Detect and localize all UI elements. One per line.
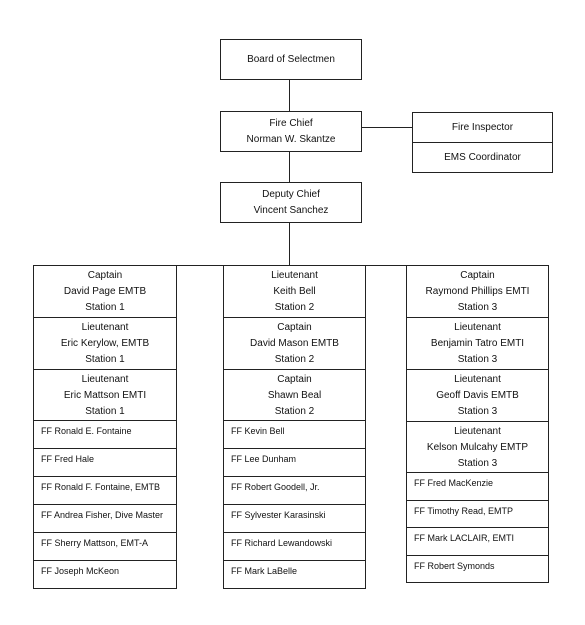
officer-box: Lieutenant Eric Kerylow, EMTB Station 1 (33, 317, 177, 370)
officer-rank: Lieutenant (81, 373, 129, 385)
officer-name: David Page EMTB (63, 285, 147, 297)
officer-box: Captain David Mason EMTB Station 2 (223, 317, 366, 370)
firefighter-name: FF Fred Hale (41, 454, 95, 464)
deputy-name: Vincent Sanchez (253, 204, 329, 216)
firefighter-box: FF Andrea Fisher, Dive Master (33, 504, 177, 533)
firefighter-box: FF Richard Lewandowski (223, 532, 366, 561)
officer-box: Captain Shawn Beal Station 2 (223, 369, 366, 422)
officer-box: Captain Raymond Phillips EMTI Station 3 (406, 265, 549, 318)
firefighter-name: FF Sylvester Karasinski (231, 510, 326, 520)
firefighter-name: FF Richard Lewandowski (231, 538, 333, 548)
officer-box: Lieutenant Keith Bell Station 2 (223, 265, 366, 318)
chief-title: Fire Chief (269, 117, 313, 129)
officer-name: Eric Kerylow, EMTB (60, 337, 150, 349)
officer-rank: Captain (277, 373, 312, 385)
officer-station: Station 1 (85, 353, 125, 365)
officer-box: Lieutenant Geoff Davis EMTB Station 3 (406, 369, 549, 422)
firefighter-box: FF Robert Symonds (406, 554, 549, 583)
firefighter-box: FF Timothy Read, EMTP (406, 499, 549, 528)
officer-rank: Captain (277, 321, 312, 333)
ems-coordinator-box: EMS Coordinator (412, 142, 553, 173)
firefighter-name: FF Ronald F. Fontaine, EMTB (41, 482, 161, 492)
officer-box: Lieutenant Kelson Mulcahy EMTP Station 3 (406, 421, 549, 474)
deputy-chief-box: Deputy Chief Vincent Sanchez (220, 182, 362, 223)
firefighter-box: FF Fred MacKenzie (406, 472, 549, 501)
firefighter-box: FF Sherry Mattson, EMT-A (33, 532, 177, 561)
firefighter-name: FF Robert Symonds (414, 560, 495, 571)
ems-label: EMS Coordinator (444, 151, 521, 163)
officer-name: Eric Mattson EMTI (63, 389, 147, 401)
firefighter-name: FF Lee Dunham (231, 454, 297, 464)
connector (289, 222, 290, 265)
officer-station: Station 2 (274, 405, 315, 417)
connector (362, 127, 412, 128)
firefighter-box: FF Lee Dunham (223, 448, 366, 477)
officer-name: David Mason EMTB (250, 337, 339, 349)
officer-station: Station 1 (85, 405, 125, 417)
officer-rank: Captain (87, 269, 123, 281)
officer-box: Lieutenant Eric Mattson EMTI Station 1 (33, 369, 177, 422)
firefighter-box: FF Mark LaBelle (223, 560, 366, 589)
deputy-title: Deputy Chief (262, 188, 320, 200)
connector (289, 80, 290, 111)
officer-rank: Captain (460, 269, 495, 281)
firefighter-box: FF Kevin Bell (223, 420, 366, 449)
officer-station: Station 3 (457, 457, 498, 469)
org-chart: Board of Selectmen Fire Chief Norman W. … (0, 0, 585, 625)
board-label: Board of Selectmen (247, 53, 335, 65)
firefighter-name: FF Mark LACLAIR, EMTI (414, 533, 515, 543)
officer-rank: Lieutenant (454, 425, 501, 437)
firefighter-name: FF Robert Goodell, Jr. (231, 482, 320, 492)
firefighter-name: FF Mark LaBelle (231, 566, 298, 576)
firefighter-box: FF Sylvester Karasinski (223, 504, 366, 533)
firefighter-name: FF Andrea Fisher, Dive Master (41, 510, 164, 520)
firefighter-name: FF Fred MacKenzie (414, 478, 494, 488)
firefighter-box: FF Ronald E. Fontaine (33, 420, 177, 449)
fire-inspector-box: Fire Inspector (412, 112, 553, 143)
inspector-label: Fire Inspector (451, 121, 514, 133)
officer-name: Shawn Beal (267, 389, 322, 401)
officer-station: Station 2 (274, 353, 315, 365)
officer-rank: Lieutenant (271, 269, 318, 281)
chief-name: Norman W. Skantze (246, 133, 336, 145)
connector (289, 152, 290, 182)
officer-name: Keith Bell (273, 285, 316, 297)
officer-name: Raymond Phillips EMTI (425, 285, 530, 297)
firefighter-box: FF Mark LACLAIR, EMTI (406, 527, 549, 556)
officer-rank: Lieutenant (454, 321, 501, 333)
officer-station: Station 3 (457, 353, 498, 365)
firefighter-name: FF Kevin Bell (231, 426, 285, 436)
officer-rank: Lieutenant (81, 321, 129, 333)
firefighter-box: FF Fred Hale (33, 448, 177, 477)
officer-box: Captain David Page EMTB Station 1 (33, 265, 177, 318)
officer-box: Lieutenant Benjamin Tatro EMTI Station 3 (406, 317, 549, 370)
firefighter-name: FF Ronald E. Fontaine (41, 426, 132, 436)
board-of-selectmen-box: Board of Selectmen (220, 39, 362, 80)
officer-rank: Lieutenant (454, 373, 501, 385)
officer-station: Station 3 (457, 301, 498, 313)
officer-station: Station 2 (274, 301, 315, 313)
officer-name: Geoff Davis EMTB (436, 389, 519, 401)
officer-station: Station 1 (85, 301, 125, 313)
fire-chief-box: Fire Chief Norman W. Skantze (220, 111, 362, 152)
firefighter-box: FF Robert Goodell, Jr. (223, 476, 366, 505)
officer-station: Station 3 (457, 405, 498, 417)
officer-name: Kelson Mulcahy EMTP (426, 441, 529, 453)
firefighter-name: FF Joseph McKeon (41, 566, 120, 576)
firefighter-name: FF Timothy Read, EMTP (414, 505, 514, 516)
firefighter-box: FF Joseph McKeon (33, 560, 177, 589)
officer-name: Benjamin Tatro EMTI (430, 337, 525, 349)
firefighter-box: FF Ronald F. Fontaine, EMTB (33, 476, 177, 505)
firefighter-name: FF Sherry Mattson, EMT-A (41, 538, 149, 548)
